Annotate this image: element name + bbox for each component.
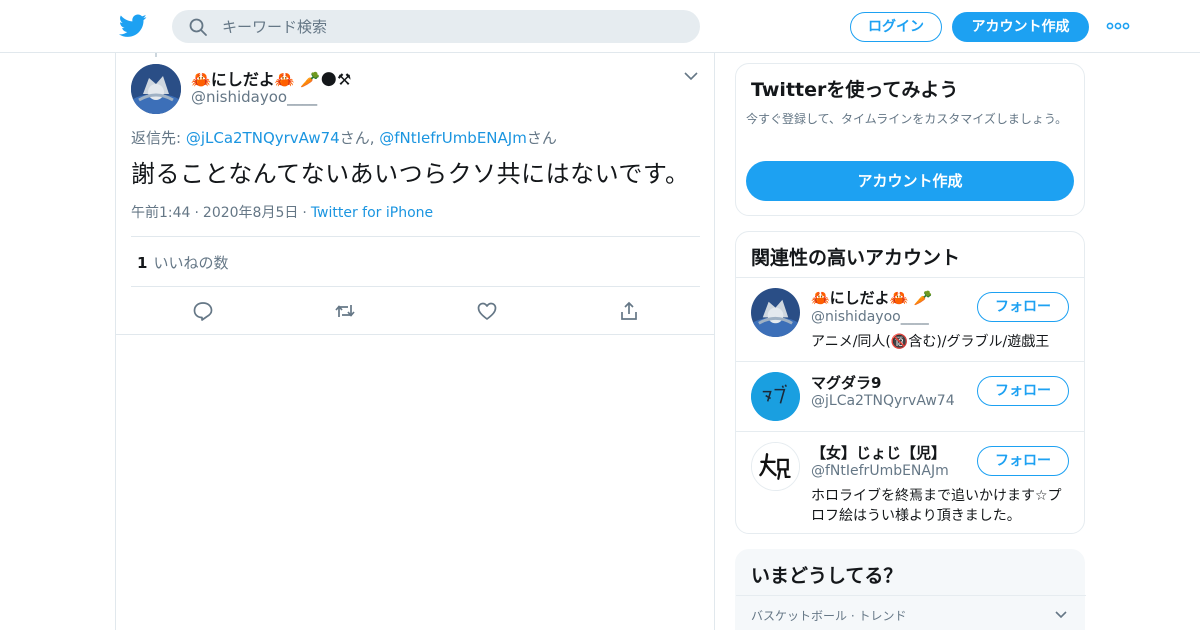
trends-title: いまどうしてる？: [751, 565, 903, 587]
related-accounts-card: 関連性の高いアカウント 🦀にしだよ🦀 🥕 @nishidayoo____ アニメ…: [735, 231, 1085, 534]
avatar-image: [751, 372, 800, 421]
follow-button[interactable]: フォロー: [977, 376, 1069, 406]
tweet-meta: 午前1:44 · 2020年8月5日 · Twitter for iPhone: [131, 202, 433, 222]
follow-button[interactable]: フォロー: [977, 292, 1069, 322]
account-name[interactable]: マグダラ9: [811, 372, 881, 393]
signup-card: Twitterを使ってみよう 今すぐ登録して、タイムラインをカスタマイズしましょ…: [735, 63, 1085, 216]
separator-dot: ·: [302, 205, 307, 221]
thread-connector: [155, 53, 157, 57]
author-name[interactable]: 🦀にしだよ🦀 🥕🌑⚒: [191, 66, 351, 90]
reply-icon[interactable]: [192, 300, 214, 322]
account-handle[interactable]: @fNtIefrUmbENAJm: [811, 463, 949, 479]
avatar[interactable]: [751, 442, 800, 491]
divider: [131, 236, 700, 237]
avatar[interactable]: [131, 64, 181, 114]
like-heart-icon[interactable]: [476, 300, 498, 322]
related-account[interactable]: 🦀にしだよ🦀 🥕 @nishidayoo____ アニメ/同人(🔞含む)/グラブ…: [736, 278, 1084, 362]
account-bio: ホロライブを終焉まで追いかけます☆プロフ絵はうい様より頂きました。: [811, 488, 1062, 524]
chevron-down-icon[interactable]: [1054, 610, 1068, 620]
more-options-icon[interactable]: [1106, 20, 1130, 32]
divider: [131, 286, 700, 287]
account-name[interactable]: 【女】じょじ【児】: [811, 442, 946, 463]
reply-mention-1[interactable]: @jLCa2TNQyrvAw74: [186, 129, 340, 147]
signup-card-description: 今すぐ登録して、タイムラインをカスタマイズしましょう。: [746, 112, 1068, 126]
trend-meta[interactable]: バスケットボール · トレンド: [751, 607, 906, 624]
reply-to-line: 返信先: @jLCa2TNQyrvAw74さん, @fNtIefrUmbENAJ…: [131, 127, 557, 148]
divider: [736, 595, 1086, 596]
twitter-logo-icon[interactable]: [119, 13, 147, 39]
signup-card-title: Twitterを使ってみよう: [751, 79, 959, 101]
retweet-icon[interactable]: [334, 300, 356, 322]
signup-button[interactable]: アカウント作成: [952, 12, 1089, 42]
reply-suffix-1: さん,: [339, 129, 380, 147]
share-icon[interactable]: [618, 300, 640, 322]
tweet-column: 🦀にしだよ🦀 🥕🌑⚒ @nishidayoo____ 返信先: @jLCa2TN…: [115, 53, 715, 630]
separator-dot: ·: [194, 205, 199, 221]
author-handle[interactable]: @nishidayoo____: [191, 88, 317, 106]
trends-card: いまどうしてる？ バスケットボール · トレンド: [735, 549, 1086, 630]
account-handle[interactable]: @jLCa2TNQyrvAw74: [811, 393, 955, 409]
related-account[interactable]: 【女】じょじ【児】 @fNtIefrUmbENAJm ホロライブを終焉まで追いか…: [736, 432, 1084, 534]
reply-mention-2[interactable]: @fNtIefrUmbENAJm: [379, 129, 527, 147]
account-bio: アニメ/同人(🔞含む)/グラブル/遊戯王: [811, 334, 1050, 350]
reply-prefix: 返信先:: [131, 129, 186, 147]
tweet-text: 謝ることなんてないあいつらクソ共にはないです。: [131, 160, 690, 188]
tweet-date[interactable]: 2020年8月5日: [203, 205, 298, 221]
chevron-down-icon[interactable]: [683, 70, 699, 82]
account-name[interactable]: 🦀にしだよ🦀 🥕: [811, 287, 932, 308]
avatar[interactable]: [751, 372, 800, 421]
tweet-time[interactable]: 午前1:44: [131, 205, 190, 221]
search-icon: [189, 18, 207, 36]
tweet-source-link[interactable]: Twitter for iPhone: [311, 205, 433, 221]
follow-button[interactable]: フォロー: [977, 446, 1069, 476]
search-bar[interactable]: [172, 10, 700, 43]
search-input[interactable]: [222, 10, 682, 43]
avatar[interactable]: [751, 288, 800, 337]
account-handle[interactable]: @nishidayoo____: [811, 309, 929, 325]
related-accounts-title: 関連性の高いアカウント: [751, 247, 961, 269]
avatar-image: [751, 288, 800, 337]
top-bar: ログイン アカウント作成: [0, 0, 1200, 53]
signup-card-button[interactable]: アカウント作成: [746, 161, 1074, 201]
likes-label: いいねの数: [153, 254, 229, 272]
avatar-image: [131, 64, 181, 114]
likes-count[interactable]: 1 いいねの数: [137, 252, 228, 273]
related-account[interactable]: マグダラ9 @jLCa2TNQyrvAw74 フォロー: [736, 362, 1084, 432]
divider: [116, 334, 714, 335]
login-button[interactable]: ログイン: [850, 12, 942, 42]
reply-suffix-2: さん: [526, 129, 557, 147]
likes-number: 1: [137, 254, 148, 272]
avatar-image: [752, 443, 799, 490]
